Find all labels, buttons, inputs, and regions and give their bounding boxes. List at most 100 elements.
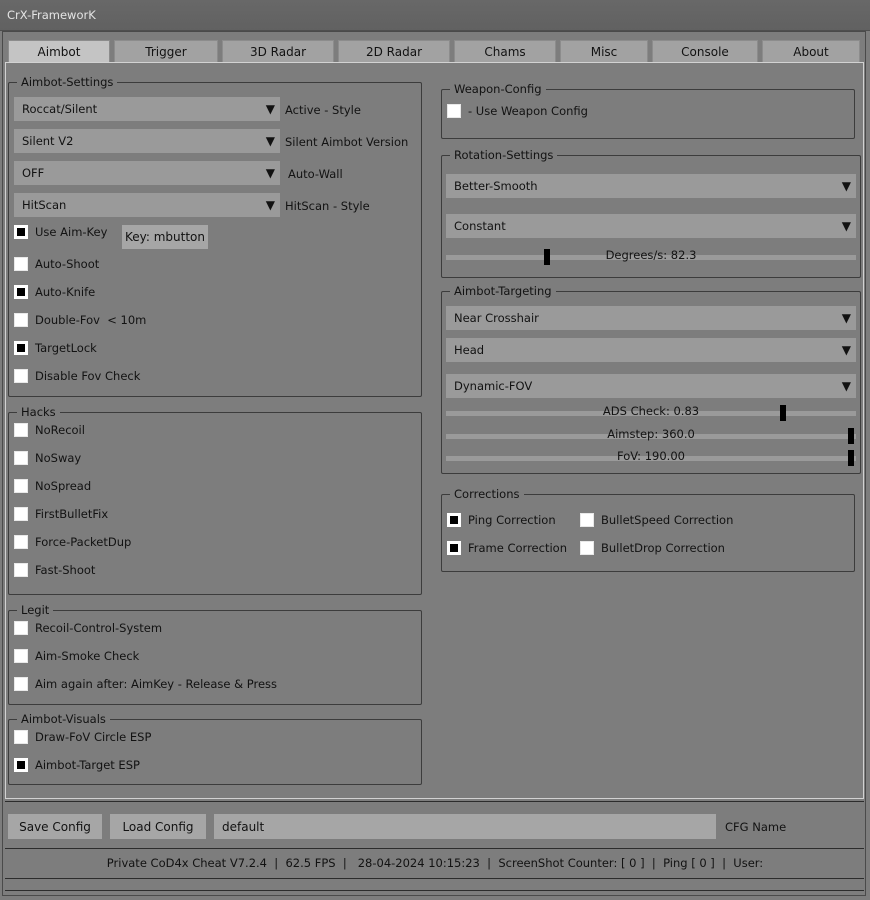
checkbox-box[interactable]: [14, 313, 28, 327]
window-title: CrX-FrameworK: [7, 8, 96, 22]
checkbox-box[interactable]: [14, 677, 28, 691]
no-spread-checkbox[interactable]: NoSpread: [14, 478, 91, 494]
tab-trigger[interactable]: Trigger: [114, 40, 218, 63]
triangle-down-icon: ▼: [265, 134, 275, 148]
checkbox-box[interactable]: [14, 563, 28, 577]
cfg-name-label: CFG Name: [725, 820, 787, 834]
checkbox-box[interactable]: [14, 341, 28, 355]
divider: [5, 801, 864, 802]
hitscan-style-dropdown[interactable]: HitScan ▼: [14, 193, 280, 217]
aimstep-slider[interactable]: Aimstep: 360.0: [446, 426, 856, 446]
fov-slider[interactable]: FoV: 190.00: [446, 448, 856, 468]
no-recoil-checkbox[interactable]: NoRecoil: [14, 422, 85, 438]
silent-version-dropdown[interactable]: Silent V2 ▼: [14, 129, 280, 153]
silent-version-label: Silent Aimbot Version: [285, 135, 409, 149]
target-bone-dropdown[interactable]: Head ▼: [446, 338, 856, 362]
tab-console[interactable]: Console: [652, 40, 758, 63]
checkbox-box[interactable]: [14, 649, 28, 663]
tab-misc[interactable]: Misc: [560, 40, 648, 63]
checkbox-box[interactable]: [14, 451, 28, 465]
tab-chams[interactable]: Chams: [454, 40, 556, 63]
checkbox-box[interactable]: [14, 369, 28, 383]
group-title: Aimbot-Visuals: [17, 712, 110, 726]
bullet-drop-correction-checkbox[interactable]: BulletDrop Correction: [580, 540, 725, 556]
triangle-down-icon: ▼: [841, 379, 851, 393]
checkbox-box[interactable]: [14, 621, 28, 635]
group-title: Legit: [17, 603, 54, 617]
checkbox-box[interactable]: [447, 513, 461, 527]
fast-shoot-checkbox[interactable]: Fast-Shoot: [14, 562, 95, 578]
double-fov-checkbox[interactable]: Double-Fov < 10m: [14, 312, 146, 328]
checkbox-box[interactable]: [14, 507, 28, 521]
checkbox-box[interactable]: [14, 535, 28, 549]
target-priority-dropdown[interactable]: Near Crosshair ▼: [446, 306, 856, 330]
triangle-down-icon: ▼: [265, 166, 275, 180]
checkbox-box[interactable]: [14, 423, 28, 437]
tab-aimbot[interactable]: Aimbot: [8, 40, 110, 63]
hitscan-style-label: HitScan - Style: [285, 199, 370, 213]
ping-correction-checkbox[interactable]: Ping Correction: [447, 512, 556, 528]
slider-value-label: Aimstep: 360.0: [607, 427, 695, 441]
aim-smoke-check-checkbox[interactable]: Aim-Smoke Check: [14, 648, 139, 664]
group-title: Aimbot-Targeting: [450, 284, 556, 298]
cfg-name-input[interactable]: [214, 814, 716, 839]
checkbox-box[interactable]: [580, 513, 594, 527]
slider-value-label: Degrees/s: 82.3: [605, 248, 697, 262]
disable-fov-check-checkbox[interactable]: Disable Fov Check: [14, 368, 140, 384]
slider-value-label: ADS Check: 0.83: [602, 404, 700, 418]
status-text: Private CoD4x Cheat V7.2.4 | 62.5 FPS | …: [106, 856, 764, 870]
auto-knife-checkbox[interactable]: Auto-Knife: [14, 284, 95, 300]
rotation-mode-dropdown[interactable]: Better-Smooth ▼: [446, 174, 856, 198]
group-title: Corrections: [450, 487, 524, 501]
triangle-down-icon: ▼: [841, 219, 851, 233]
checkbox-box[interactable]: [447, 541, 461, 555]
title-bar: CrX-FrameworK: [0, 0, 870, 31]
auto-wall-dropdown[interactable]: OFF ▼: [14, 161, 280, 185]
group-title: Rotation-Settings: [450, 148, 558, 162]
ads-check-slider[interactable]: ADS Check: 0.83: [446, 403, 856, 423]
triangle-down-icon: ▼: [841, 311, 851, 325]
use-aim-key-checkbox[interactable]: Use Aim-Key: [14, 224, 107, 240]
aim-again-checkbox[interactable]: Aim again after: AimKey - Release & Pres…: [14, 676, 277, 692]
draw-fov-circle-checkbox[interactable]: Draw-FoV Circle ESP: [14, 729, 151, 745]
checkbox-box[interactable]: [14, 479, 28, 493]
checkbox-box[interactable]: [14, 257, 28, 271]
fov-mode-dropdown[interactable]: Dynamic-FOV ▼: [446, 374, 856, 398]
divider: [5, 848, 864, 849]
checkbox-box[interactable]: [14, 285, 28, 299]
tab-about[interactable]: About: [762, 40, 860, 63]
checkbox-box[interactable]: [14, 758, 28, 772]
group-title: Aimbot-Settings: [17, 75, 118, 89]
tab-3d-radar[interactable]: 3D Radar: [222, 40, 334, 63]
group-title: Hacks: [17, 405, 60, 419]
load-config-button[interactable]: Load Config: [110, 814, 206, 839]
active-style-dropdown[interactable]: Roccat/Silent ▼: [14, 97, 280, 121]
save-config-button[interactable]: Save Config: [8, 814, 102, 839]
triangle-down-icon: ▼: [265, 102, 275, 116]
checkbox-box[interactable]: [580, 541, 594, 555]
first-bullet-fix-checkbox[interactable]: FirstBulletFix: [14, 506, 108, 522]
no-sway-checkbox[interactable]: NoSway: [14, 450, 81, 466]
frame-correction-checkbox[interactable]: Frame Correction: [447, 540, 567, 556]
triangle-down-icon: ▼: [265, 198, 275, 212]
aim-key-button[interactable]: Key: mbutton: [122, 225, 208, 249]
use-weapon-config-checkbox[interactable]: - Use Weapon Config: [447, 103, 588, 119]
checkbox-box[interactable]: [447, 104, 461, 118]
checkbox-box[interactable]: [14, 730, 28, 744]
degrees-slider[interactable]: Degrees/s: 82.3: [446, 247, 856, 267]
rotation-speed-dropdown[interactable]: Constant ▼: [446, 214, 856, 238]
auto-shoot-checkbox[interactable]: Auto-Shoot: [14, 256, 99, 272]
recoil-control-system-checkbox[interactable]: Recoil-Control-System: [14, 620, 162, 636]
checkbox-box[interactable]: [14, 225, 28, 239]
divider: [5, 890, 864, 891]
force-packet-dup-checkbox[interactable]: Force-PacketDup: [14, 534, 131, 550]
corrections-group: Corrections: [441, 487, 855, 572]
bullet-speed-correction-checkbox[interactable]: BulletSpeed Correction: [580, 512, 733, 528]
triangle-down-icon: ▼: [841, 343, 851, 357]
tab-2d-radar[interactable]: 2D Radar: [338, 40, 450, 63]
auto-wall-label: Auto-Wall: [288, 167, 343, 181]
divider: [5, 878, 864, 879]
aimbot-target-esp-checkbox[interactable]: Aimbot-Target ESP: [14, 757, 140, 773]
target-lock-checkbox[interactable]: TargetLock: [14, 340, 97, 356]
status-bar: Private CoD4x Cheat V7.2.4 | 62.5 FPS | …: [0, 856, 870, 870]
